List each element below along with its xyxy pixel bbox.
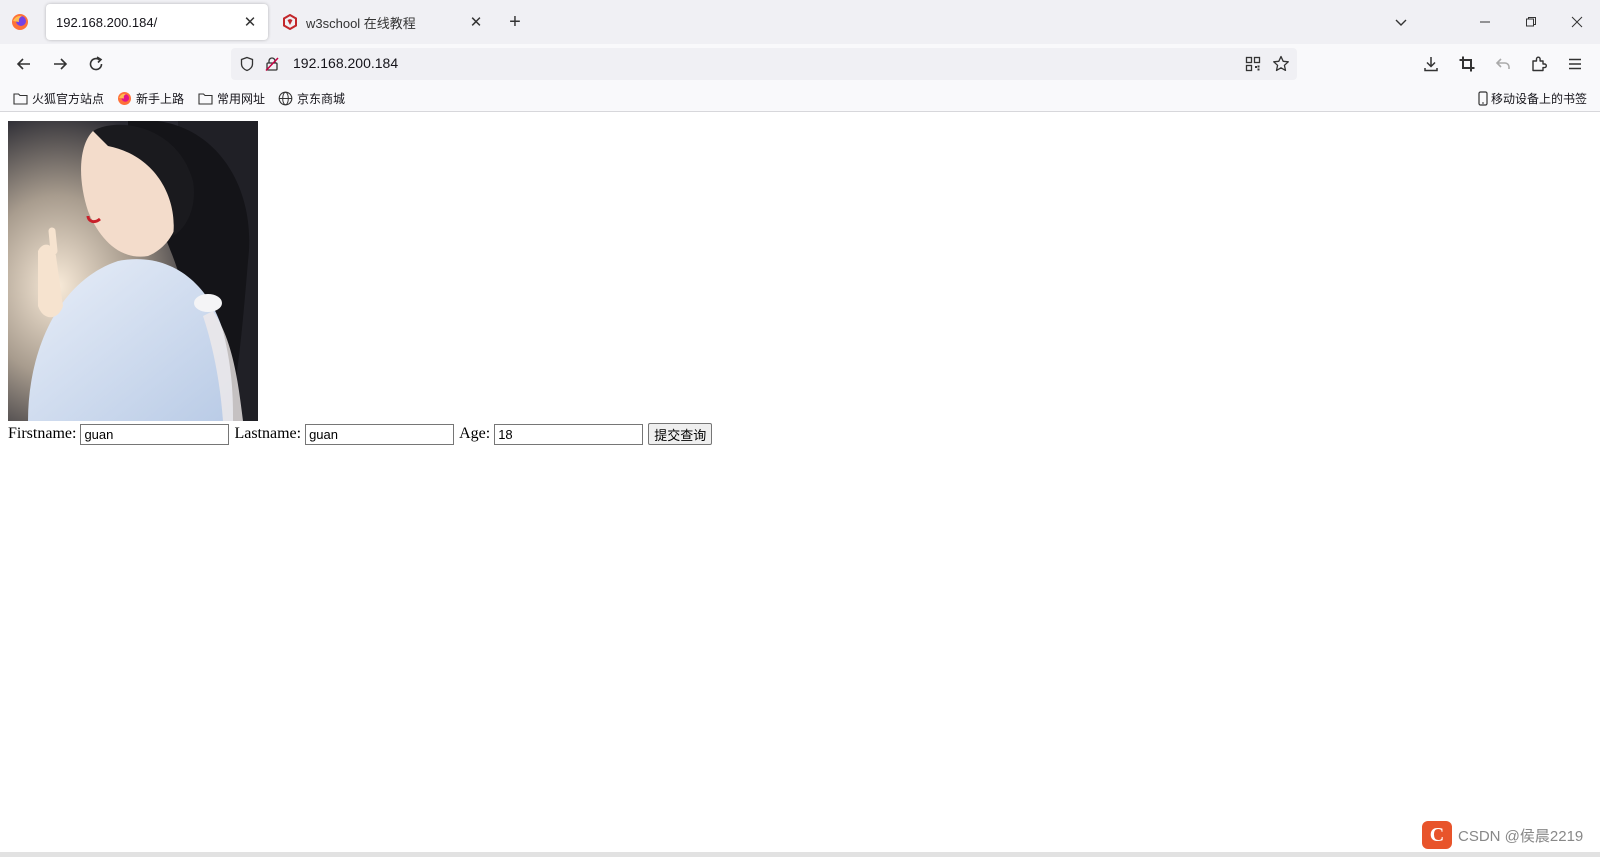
tab-w3school[interactable]: w3school 在线教程 ✕ [272, 4, 494, 40]
folder-icon [12, 90, 28, 106]
list-all-tabs-icon[interactable] [1389, 10, 1413, 34]
age-label: Age: [459, 425, 491, 442]
firstname-input[interactable] [80, 423, 230, 445]
bookmark-star-icon[interactable] [1272, 55, 1290, 73]
window-bottom-edge [0, 852, 1600, 857]
bookmark-common-sites[interactable]: 常用网址 [197, 89, 265, 107]
lastname-label: Lastname: [234, 425, 302, 442]
extensions-icon[interactable] [1527, 52, 1551, 76]
screenshot-crop-icon[interactable] [1455, 52, 1479, 76]
bookmark-label: 新手上路 [136, 91, 185, 106]
shield-icon[interactable] [238, 55, 256, 73]
tab-title: 192.168.200.184/ [56, 14, 158, 30]
mobile-bookmarks[interactable]: 移动设备上的书签 [1477, 89, 1587, 107]
firefox-icon [116, 90, 132, 106]
watermark-text: CSDN @侯晨2219 [1458, 827, 1584, 845]
app-menu-icon[interactable] [1563, 52, 1587, 76]
new-tab-icon[interactable]: + [504, 11, 526, 33]
tab-title: w3school 在线教程 [306, 15, 416, 31]
csdn-watermark: C CSDN @侯晨2219 [1422, 819, 1583, 851]
firstname-label: Firstname: [8, 425, 77, 442]
page-content: Firstname: Lastname: Age: 提交查询 [0, 112, 1600, 857]
bookmark-label: 京东商城 [297, 91, 346, 106]
reload-icon[interactable] [84, 52, 108, 76]
bookmark-firefox-official[interactable]: 火狐官方站点 [12, 89, 104, 107]
url-text[interactable]: 192.168.200.184 [293, 55, 398, 71]
forward-icon[interactable] [48, 52, 72, 76]
w3school-favicon-icon [283, 14, 297, 30]
mobile-bookmarks-label: 移动设备上的书签 [1491, 91, 1588, 106]
tab-strip: 192.168.200.184/ ✕ w3school 在线教程 ✕ + [0, 0, 1600, 44]
bookmark-getting-started[interactable]: 新手上路 [116, 89, 184, 107]
csdn-logo-icon: C [1422, 821, 1452, 849]
bookmark-jd-mall[interactable]: 京东商城 [277, 89, 345, 107]
close-window-icon[interactable] [1565, 10, 1589, 34]
globe-icon [277, 90, 293, 106]
portrait-image [8, 121, 258, 421]
bookmarks-toolbar: 火狐官方站点 新手上路 常用网址 京东商城 移动设备上的书签 [0, 84, 1600, 112]
bookmark-label: 火狐官方站点 [32, 91, 105, 106]
qr-code-icon[interactable] [1244, 55, 1262, 73]
url-bar[interactable]: 192.168.200.184 [231, 48, 1297, 80]
tab-current[interactable]: 192.168.200.184/ ✕ [46, 4, 268, 40]
bookmark-label: 常用网址 [217, 91, 266, 106]
downloads-icon[interactable] [1419, 52, 1443, 76]
restore-icon[interactable] [1519, 10, 1543, 34]
undo-close-tab-icon[interactable] [1491, 52, 1515, 76]
tab-close-icon[interactable]: ✕ [466, 12, 486, 32]
lastname-input[interactable] [305, 423, 455, 445]
back-icon[interactable] [12, 52, 36, 76]
insecure-lock-icon[interactable] [263, 55, 281, 73]
nav-bar: 192.168.200.184 [0, 44, 1600, 84]
minimize-icon[interactable] [1473, 10, 1497, 34]
folder-icon [197, 90, 213, 106]
mobile-device-icon [1477, 90, 1489, 106]
person-form: Firstname: Lastname: Age: 提交查询 [8, 422, 713, 446]
tab-close-icon[interactable]: ✕ [240, 12, 260, 32]
submit-button[interactable]: 提交查询 [648, 423, 713, 445]
firefox-menu-icon[interactable] [10, 12, 30, 32]
age-input[interactable] [494, 423, 644, 445]
